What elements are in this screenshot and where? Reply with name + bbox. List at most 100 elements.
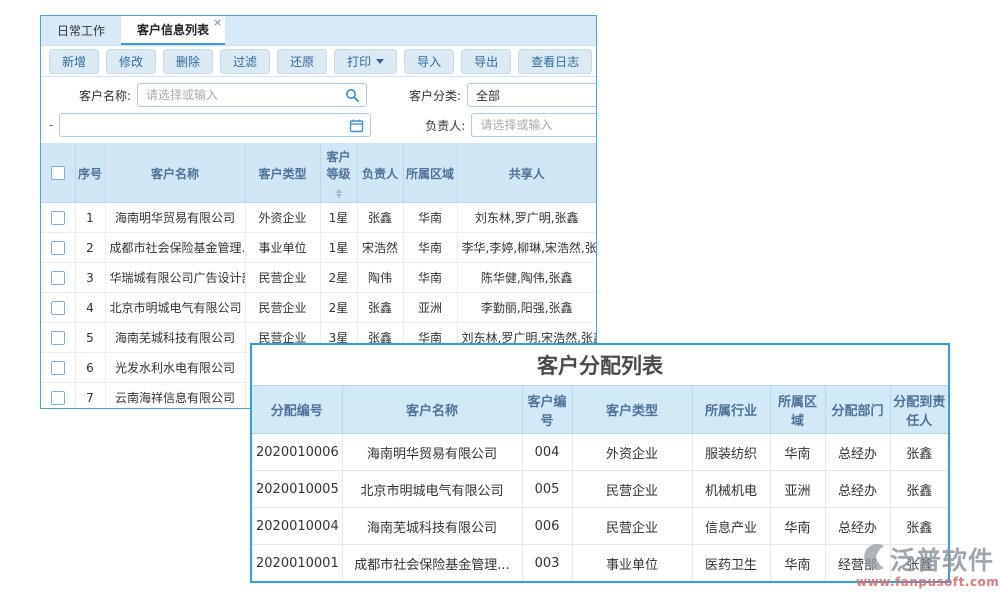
col-customer-level[interactable]: 客户等级 <box>320 144 357 203</box>
col-customer-name: 客户名称 <box>105 144 245 203</box>
name-cell[interactable]: 光发水利水电有限公司 <box>105 353 245 383</box>
no-cell: 2 <box>75 233 105 263</box>
owner-input[interactable] <box>472 114 597 136</box>
import-button[interactable]: 导入 <box>404 49 454 74</box>
type-cell: 民营企业 <box>572 508 692 545</box>
customer-name-field-wrap <box>137 83 367 107</box>
filter-button[interactable]: 过滤 <box>220 49 270 74</box>
add-button[interactable]: 新增 <box>49 49 99 74</box>
name-cell[interactable]: 海南明华贸易有限公司 <box>105 203 245 233</box>
type-cell: 外资企业 <box>245 203 320 233</box>
tab-customer-info-list[interactable]: 客户信息列表 × <box>121 16 225 45</box>
name-cell[interactable]: 海南芜城科技有限公司 <box>105 323 245 353</box>
row-checkbox[interactable] <box>51 331 65 345</box>
owner-cell[interactable]: 张鑫 <box>357 203 403 233</box>
region-cell: 亚洲 <box>403 293 457 323</box>
row-checkbox[interactable] <box>51 211 65 225</box>
col-alloc-no: 分配编号 <box>252 386 342 434</box>
row-checkbox-cell <box>41 323 75 353</box>
search-icon[interactable] <box>345 88 360 107</box>
name-cell[interactable]: 成都市社会保险基金管理... <box>342 545 522 582</box>
toolbar: 新增 修改 删除 过滤 还原 打印 导入 导出 查看日志 <box>41 46 596 77</box>
alloc_no-cell[interactable]: 2020010006 <box>252 434 342 471</box>
alloc_no-cell[interactable]: 2020010005 <box>252 471 342 508</box>
row-checkbox-cell <box>41 263 75 293</box>
print-button-label: 打印 <box>347 53 371 70</box>
delete-button[interactable]: 删除 <box>163 49 213 74</box>
assignee-cell[interactable]: 张鑫 <box>890 471 948 508</box>
date-input[interactable] <box>60 114 370 136</box>
col-owner: 负责人 <box>357 144 403 203</box>
industry-cell: 机械机电 <box>692 471 770 508</box>
customer-table-row[interactable]: 3 华瑞城有限公司广告设计部 民营企业 2星 陶伟 华南 陈华健,陶伟,张鑫 <box>41 263 596 293</box>
owner-cell[interactable]: 陶伟 <box>357 263 403 293</box>
customer-table-row[interactable]: 1 海南明华贸易有限公司 外资企业 1星 张鑫 华南 刘东林,罗广明,张鑫 <box>41 203 596 233</box>
print-button[interactable]: 打印 <box>334 49 397 74</box>
alloc_no-cell[interactable]: 2020010004 <box>252 508 342 545</box>
date-field-wrap <box>59 113 371 137</box>
row-checkbox[interactable] <box>51 391 65 405</box>
customer-category-select[interactable] <box>468 84 597 106</box>
industry-cell: 服装纺织 <box>692 434 770 471</box>
name-cell[interactable]: 北京市明城电气有限公司 <box>342 471 522 508</box>
col-customer-no: 客户编号 <box>522 386 572 434</box>
name-cell[interactable]: 成都市社会保险基金管理... <box>105 233 245 263</box>
customer-table-header-row: 序号 客户名称 客户类型 客户等级 负责人 所属区域 共享人 <box>41 144 596 203</box>
allocation-table-row[interactable]: 2020010005 北京市明城电气有限公司 005 民营企业 机械机电 亚洲 … <box>252 471 948 508</box>
customer-category-field-wrap <box>467 83 597 107</box>
col-shared: 共享人 <box>457 144 596 203</box>
assignee-cell[interactable]: 张鑫 <box>890 434 948 471</box>
customer-table-row[interactable]: 2 成都市社会保险基金管理... 事业单位 1星 宋浩然 华南 李华,李婷,柳琳… <box>41 233 596 263</box>
col-dept: 分配部门 <box>825 386 890 434</box>
export-button[interactable]: 导出 <box>461 49 511 74</box>
row-checkbox-cell <box>41 203 75 233</box>
level-cell: 1星 <box>320 203 357 233</box>
type-cell: 事业单位 <box>572 545 692 582</box>
name-cell[interactable]: 海南芜城科技有限公司 <box>342 508 522 545</box>
sort-icon[interactable] <box>336 189 342 198</box>
col-region: 所属区域 <box>770 386 825 434</box>
restore-button[interactable]: 还原 <box>277 49 327 74</box>
row-checkbox-cell <box>41 293 75 323</box>
allocation-table-row[interactable]: 2020010006 海南明华贸易有限公司 004 外资企业 服装纺织 华南 总… <box>252 434 948 471</box>
name-cell[interactable]: 华瑞城有限公司广告设计部 <box>105 263 245 293</box>
name-cell[interactable]: 海南明华贸易有限公司 <box>342 434 522 471</box>
industry-cell: 信息产业 <box>692 508 770 545</box>
customer-allocation-panel: 客户分配列表 分配编号 客户名称 客户编号 客户类型 所属行业 所属区域 分配部… <box>250 343 950 583</box>
date-range-separator: - <box>49 118 53 132</box>
type-cell: 民营企业 <box>245 293 320 323</box>
allocation-table: 分配编号 客户名称 客户编号 客户类型 所属行业 所属区域 分配部门 分配到责任… <box>252 385 948 582</box>
row-checkbox[interactable] <box>51 271 65 285</box>
name-cell[interactable]: 云南海祥信息有限公司 <box>105 383 245 410</box>
region-cell: 华南 <box>770 434 825 471</box>
tab-label: 客户信息列表 <box>137 21 209 38</box>
row-checkbox[interactable] <box>51 301 65 315</box>
filter-area: 客户名称: 客户分类: - <box>41 77 596 144</box>
row-checkbox-cell <box>41 383 75 410</box>
row-checkbox[interactable] <box>51 361 65 375</box>
cust_no-cell: 004 <box>522 434 572 471</box>
allocation-table-row[interactable]: 2020010001 成都市社会保险基金管理... 003 事业单位 医药卫生 … <box>252 545 948 582</box>
select-all-checkbox[interactable] <box>51 166 65 180</box>
owner-cell[interactable]: 张鑫 <box>357 293 403 323</box>
edit-button[interactable]: 修改 <box>106 49 156 74</box>
tab-daily-work[interactable]: 日常工作 <box>41 16 121 45</box>
view-log-button[interactable]: 查看日志 <box>518 49 592 74</box>
customer-name-input[interactable] <box>138 84 366 106</box>
allocation-table-header-row: 分配编号 客户名称 客户编号 客户类型 所属行业 所属区域 分配部门 分配到责任… <box>252 386 948 434</box>
customer-table-row[interactable]: 4 北京市明城电气有限公司 民营企业 2星 张鑫 亚洲 李勤丽,阳强,张鑫 <box>41 293 596 323</box>
region-cell: 华南 <box>403 203 457 233</box>
col-assignee: 分配到责任人 <box>890 386 948 434</box>
assignee-cell[interactable]: 张鑫 <box>890 508 948 545</box>
region-cell: 华南 <box>770 508 825 545</box>
alloc_no-cell[interactable]: 2020010001 <box>252 545 342 582</box>
close-icon[interactable]: × <box>213 18 222 28</box>
allocation-table-row[interactable]: 2020010004 海南芜城科技有限公司 006 民营企业 信息产业 华南 总… <box>252 508 948 545</box>
row-checkbox[interactable] <box>51 241 65 255</box>
name-cell[interactable]: 北京市明城电气有限公司 <box>105 293 245 323</box>
owner-cell[interactable]: 宋浩然 <box>357 233 403 263</box>
dept-cell: 总经办 <box>825 471 890 508</box>
assignee-cell[interactable]: 张鑫 <box>890 545 948 582</box>
dept-cell: 总经办 <box>825 508 890 545</box>
calendar-icon[interactable] <box>349 118 364 137</box>
